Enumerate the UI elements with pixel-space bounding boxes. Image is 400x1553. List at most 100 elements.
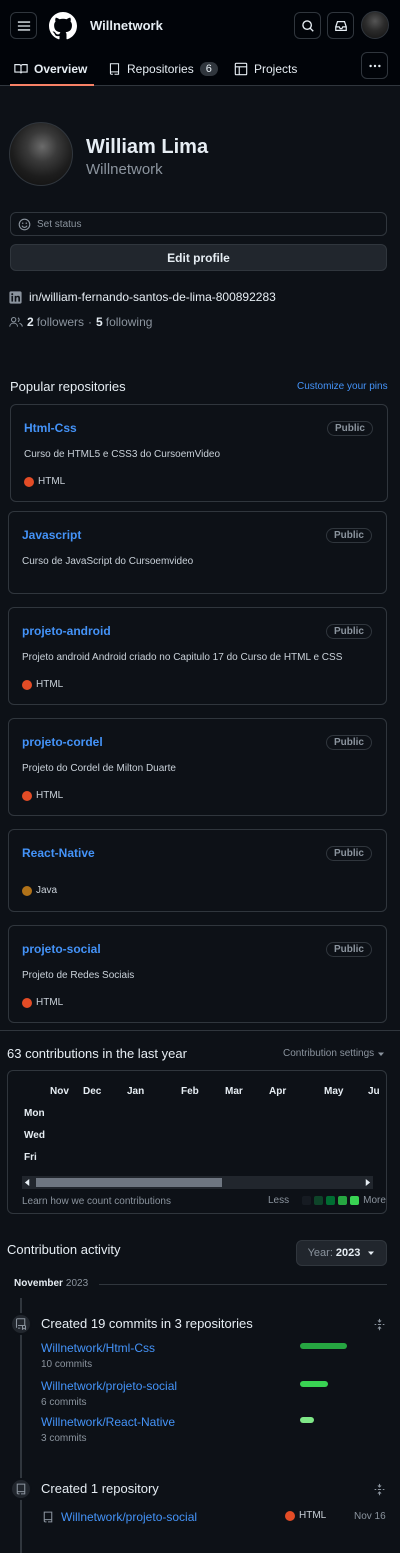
year-select-button[interactable]: Year: 2023 (296, 1240, 387, 1266)
linkedin-url: in/william-fernando-santos-de-lima-80089… (29, 290, 276, 304)
inbox-button[interactable] (327, 12, 354, 39)
repo-push-icon (15, 1318, 27, 1330)
tab-projects-label: Projects (254, 62, 298, 76)
contribution-legend: Less More (268, 1195, 386, 1206)
commit-repo-link[interactable]: Willnetwork/React-Native (41, 1415, 175, 1429)
month-label: Feb (181, 1086, 199, 1097)
year-select-label: Year: (307, 1247, 333, 1259)
followers-count: 2 (27, 315, 34, 329)
profile-name: William Lima (86, 136, 209, 158)
legend-swatch (338, 1196, 348, 1205)
month-label: Apr (269, 1086, 287, 1097)
github-logo-icon[interactable] (49, 12, 77, 40)
repo-icon (16, 1483, 26, 1495)
fold-icon[interactable] (373, 1318, 386, 1331)
repo-language-label: HTML (36, 790, 64, 801)
timeline-line (20, 1298, 22, 1553)
language-color-dot (22, 679, 32, 690)
legend-less: Less (268, 1195, 290, 1206)
smiley-icon (18, 218, 31, 230)
repo-icon (43, 1511, 53, 1523)
repo-language: HTML (22, 997, 63, 1008)
month-divider (99, 1284, 387, 1285)
visibility-badge: Public (325, 846, 372, 861)
caret-down-icon (368, 1251, 375, 1255)
month-label: Mar (225, 1086, 243, 1097)
tab-repositories-label: Repositories (127, 62, 194, 76)
repo-description: Projeto do Cordel de Milton Duarte (22, 763, 176, 774)
hamburger-menu-button[interactable] (10, 12, 37, 39)
search-button[interactable] (294, 12, 321, 39)
timeline-commit-badge (10, 1313, 32, 1335)
followers-line: 2 followers · 5 following (9, 315, 152, 329)
edit-profile-button[interactable]: Edit profile (10, 244, 387, 271)
pinned-repo-card: projeto-cordel Public Projeto do Cordel … (8, 718, 387, 816)
following-link[interactable]: 5 following (96, 315, 152, 329)
contribution-settings-button[interactable]: Contribution settings (283, 1048, 385, 1059)
repo-name-link[interactable]: React-Native (22, 846, 95, 860)
learn-contributions-link[interactable]: Learn how we count contributions (22, 1196, 171, 1207)
scroll-left-icon[interactable] (24, 1179, 31, 1186)
scrollbar-thumb[interactable] (36, 1178, 222, 1187)
repo-created-title: Created 1 repository (41, 1481, 159, 1496)
caret-down-icon (378, 1052, 385, 1056)
visibility-badge: Public (325, 528, 372, 543)
commit-count: 10 commits (41, 1359, 93, 1370)
repo-description: Curso de HTML5 e CSS3 do CursoemVideo (24, 449, 221, 460)
customize-pins-link[interactable]: Customize your pins (297, 381, 388, 392)
repositories-count-badge: 6 (199, 62, 218, 76)
repo-language: HTML (22, 679, 63, 690)
repo-language: Java (22, 885, 57, 896)
repo-name-link[interactable]: Html-Css (24, 421, 77, 435)
set-status-button[interactable]: Set status (10, 212, 387, 236)
profile-avatar[interactable] (9, 122, 73, 186)
following-label: following (105, 315, 153, 329)
language-color-dot (22, 885, 32, 896)
repo-name-link[interactable]: projeto-cordel (22, 735, 103, 749)
section-divider (0, 1030, 400, 1031)
repo-language-label: HTML (36, 679, 64, 690)
weekday-label: Fri (24, 1152, 37, 1163)
legend-swatch (326, 1196, 336, 1205)
repo-language-label: Java (36, 885, 58, 896)
commit-repo-link[interactable]: Willnetwork/Html-Css (41, 1341, 155, 1355)
tab-projects[interactable]: Projects (234, 52, 297, 86)
tab-repositories[interactable]: Repositories 6 (108, 52, 218, 86)
followers-link[interactable]: 2 followers (27, 315, 84, 329)
header-avatar[interactable] (361, 11, 389, 39)
followers-separator: · (88, 315, 93, 329)
edit-profile-label: Edit profile (167, 250, 230, 265)
graph-scrollbar[interactable] (22, 1176, 373, 1189)
visibility-badge: Public (325, 942, 372, 957)
commit-repo-link[interactable]: Willnetwork/projeto-social (41, 1379, 177, 1393)
month-label: Dec (83, 1086, 102, 1097)
repo-name-link[interactable]: projeto-android (22, 624, 111, 638)
fold-icon[interactable] (373, 1483, 386, 1496)
repo-name-link[interactable]: projeto-social (22, 942, 101, 956)
commit-count: 3 commits (41, 1433, 87, 1444)
commit-bar (300, 1343, 347, 1349)
more-tabs-button[interactable] (361, 52, 388, 79)
legend-more: More (363, 1195, 386, 1206)
set-status-label: Set status (37, 218, 82, 230)
pinned-repo-card: React-Native Public Java (8, 829, 387, 912)
repo-description: Projeto android Android criado no Capitu… (22, 652, 343, 663)
contribution-activity-title: Contribution activity (7, 1242, 121, 1257)
repo-name-link[interactable]: Javascript (22, 528, 81, 542)
language-color-dot (24, 476, 34, 487)
book-icon (14, 64, 28, 74)
created-repo-link[interactable]: Willnetwork/projeto-social (61, 1510, 197, 1524)
header-username[interactable]: Willnetwork (90, 18, 163, 33)
contributions-title: 63 contributions in the last year (7, 1046, 187, 1061)
repo-language-label: HTML (36, 997, 64, 1008)
contribution-graph-box: Nov Dec Jan Feb Mar Apr May Ju Mon Wed F… (7, 1070, 387, 1214)
visibility-badge: Public (326, 421, 373, 436)
scroll-right-icon[interactable] (364, 1179, 371, 1186)
created-repo-language: HTML (285, 1510, 326, 1521)
profile-login: Willnetwork (86, 161, 163, 178)
tab-overview[interactable]: Overview (14, 52, 87, 86)
commit-bar (300, 1381, 328, 1387)
linkedin-link[interactable]: in/william-fernando-santos-de-lima-80089… (9, 290, 276, 304)
created-repo-language-label: HTML (299, 1510, 327, 1521)
following-count: 5 (96, 315, 103, 329)
